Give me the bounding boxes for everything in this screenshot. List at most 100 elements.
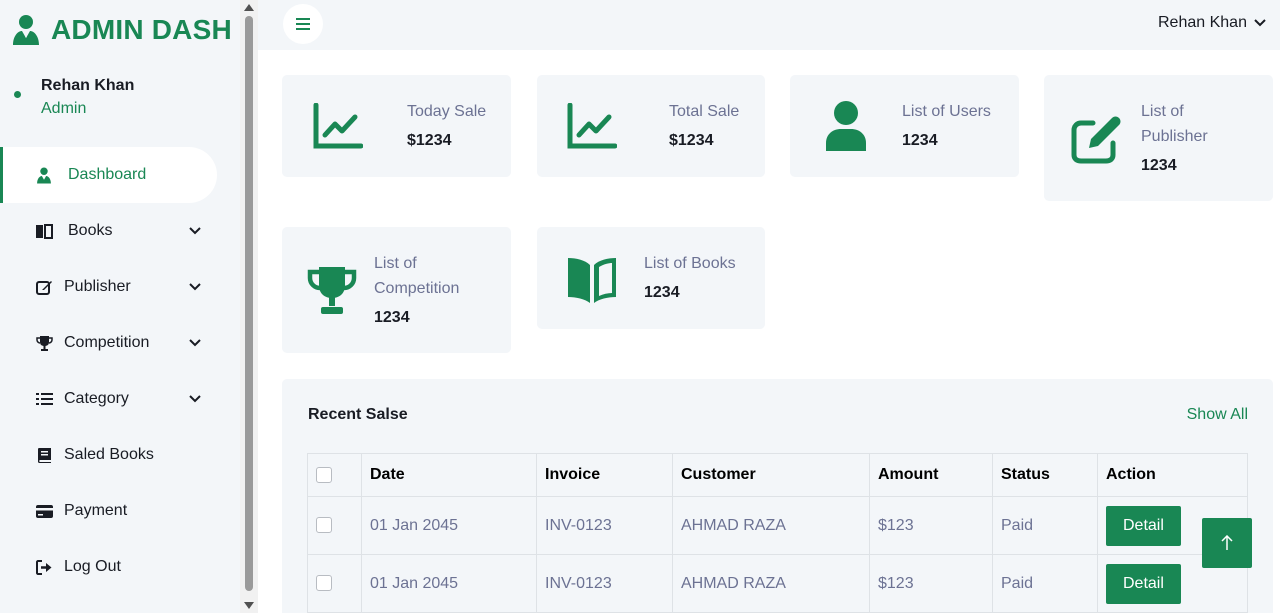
show-all-link[interactable]: Show All — [1187, 406, 1248, 424]
recent-sales-title: Recent Salse — [308, 406, 408, 423]
recent-sales-table: Date Invoice Customer Amount Status Acti… — [307, 453, 1248, 613]
customer-cell: AHMAD RAZA — [672, 496, 870, 555]
stat-label-line1: List of — [374, 255, 417, 272]
profile-role: Admin — [41, 100, 87, 117]
credit-card-icon — [35, 502, 53, 520]
chevron-down-icon — [1254, 19, 1266, 27]
stat-value: $1234 — [669, 132, 714, 149]
book-closed-icon — [35, 446, 53, 464]
sidebar-item-label: Dashboard — [68, 166, 147, 183]
user-dropdown[interactable]: Rehan Khan — [1158, 14, 1267, 32]
arrow-up-icon — [1221, 535, 1233, 550]
chevron-down-icon — [189, 395, 201, 403]
brand-title: ADMIN DASH — [51, 14, 232, 45]
status-cell: Paid — [992, 496, 1098, 555]
sidebar-item-label: Log Out — [64, 558, 121, 575]
column-header-amount[interactable]: Amount — [869, 453, 993, 497]
date-cell: 01 Jan 2045 — [361, 554, 537, 613]
table-row: 01 Jan 2045 INV-0123 AHMAD RAZA $123 Pai… — [307, 496, 1248, 555]
sidebar-item-payment[interactable]: Payment — [0, 483, 240, 539]
user-icon — [826, 101, 866, 151]
stat-value: 1234 — [1141, 157, 1177, 174]
invoice-cell: INV-0123 — [536, 496, 673, 555]
chevron-down-icon — [189, 283, 201, 291]
profile-name: Rehan Khan — [41, 77, 135, 94]
stat-label: Today Sale — [407, 103, 487, 120]
stat-label-line2: Competition — [374, 280, 460, 297]
edit-icon — [1071, 116, 1121, 164]
list-icon — [35, 390, 53, 408]
stat-label: List of Users — [902, 103, 991, 120]
sign-out-icon — [35, 558, 53, 576]
sidebar-item-books[interactable]: Books — [0, 203, 240, 259]
topbar — [258, 0, 1280, 50]
brand[interactable]: ADMIN DASH — [12, 12, 232, 48]
column-header-status[interactable]: Status — [992, 453, 1098, 497]
date-cell: 01 Jan 2045 — [361, 496, 537, 555]
stat-card-list-of-books: List of Books 1234 — [537, 227, 765, 329]
stat-card-total-sale: Total Sale $1234 — [537, 75, 765, 177]
sidebar-item-log-out[interactable]: Log Out — [0, 539, 240, 595]
sidebar-item-label: Category — [64, 390, 129, 407]
stat-value: 1234 — [644, 284, 680, 301]
stat-card-list-of-competition: List of Competition 1234 — [282, 227, 511, 353]
scroll-up-arrow-icon[interactable] — [244, 4, 254, 11]
chevron-down-icon — [189, 339, 201, 347]
sidebar-item-dashboard[interactable]: Dashboard — [0, 147, 217, 203]
stat-value: 1234 — [374, 309, 410, 326]
table-row: 01 Jan 2045 INV-0123 AHMAD RAZA $123 Pai… — [307, 554, 1248, 613]
user-tie-icon — [13, 15, 39, 45]
trophy-icon — [307, 267, 357, 314]
sidebar-item-category[interactable]: Category — [0, 371, 240, 427]
select-all-checkbox[interactable] — [316, 466, 332, 483]
sidebar-nav: Dashboard Books Publisher Competition Ca… — [0, 147, 240, 595]
column-header-customer[interactable]: Customer — [672, 453, 870, 497]
detail-button[interactable]: Detail — [1106, 505, 1181, 546]
stat-value: 1234 — [902, 132, 938, 149]
stat-value: $1234 — [407, 132, 452, 149]
sidebar-item-saled-books[interactable]: Saled Books — [0, 427, 240, 483]
column-header-date[interactable]: Date — [361, 453, 537, 497]
trophy-icon — [35, 334, 53, 352]
row-checkbox[interactable] — [316, 575, 332, 592]
row-checkbox[interactable] — [316, 517, 332, 534]
online-status-dot — [14, 91, 21, 98]
row-select-cell — [307, 496, 362, 555]
line-chart-icon — [567, 103, 617, 149]
row-select-cell — [307, 554, 362, 613]
recent-sales-panel: Recent Salse Show All Date Invoice Custo… — [282, 379, 1273, 613]
sidebar-item-label: Books — [68, 222, 113, 239]
column-header-action: Action — [1097, 453, 1248, 497]
scroll-down-arrow-icon[interactable] — [244, 602, 254, 609]
sidebar: ADMIN DASH Rehan Khan Admin Dashboard Bo… — [0, 0, 258, 613]
stat-card-list-of-users: List of Users 1234 — [790, 75, 1019, 177]
table-header-row: Date Invoice Customer Amount Status Acti… — [307, 453, 1248, 497]
stat-label: List of Books — [644, 255, 736, 272]
book-icon — [35, 222, 53, 240]
hamburger-icon — [296, 18, 310, 30]
amount-cell: $123 — [869, 554, 993, 613]
stat-card-list-of-publisher: List of Publisher 1234 — [1044, 75, 1273, 201]
sidebar-item-label: Publisher — [64, 278, 131, 295]
status-cell: Paid — [992, 554, 1098, 613]
sidebar-item-publisher[interactable]: Publisher — [0, 259, 240, 315]
customer-cell: AHMAD RAZA — [672, 554, 870, 613]
sidebar-toggle-button[interactable] — [283, 4, 323, 44]
edit-icon — [35, 278, 53, 296]
scrollbar-thumb[interactable] — [245, 16, 253, 591]
user-dropdown-name: Rehan Khan — [1158, 14, 1247, 31]
user-tie-icon — [35, 166, 53, 184]
chevron-down-icon — [189, 227, 201, 235]
back-to-top-button[interactable] — [1202, 518, 1252, 568]
column-header-invoice[interactable]: Invoice — [536, 453, 673, 497]
sidebar-item-label: Competition — [64, 334, 150, 351]
sidebar-item-competition[interactable]: Competition — [0, 315, 240, 371]
select-all-cell — [307, 453, 362, 497]
sidebar-item-label: Payment — [64, 502, 128, 519]
stat-label-line2: Publisher — [1141, 128, 1208, 145]
detail-button[interactable]: Detail — [1106, 563, 1181, 604]
sidebar-scrollbar[interactable] — [240, 0, 258, 613]
book-open-icon — [568, 258, 616, 303]
stat-card-today-sale: Today Sale $1234 — [282, 75, 511, 177]
invoice-cell: INV-0123 — [536, 554, 673, 613]
